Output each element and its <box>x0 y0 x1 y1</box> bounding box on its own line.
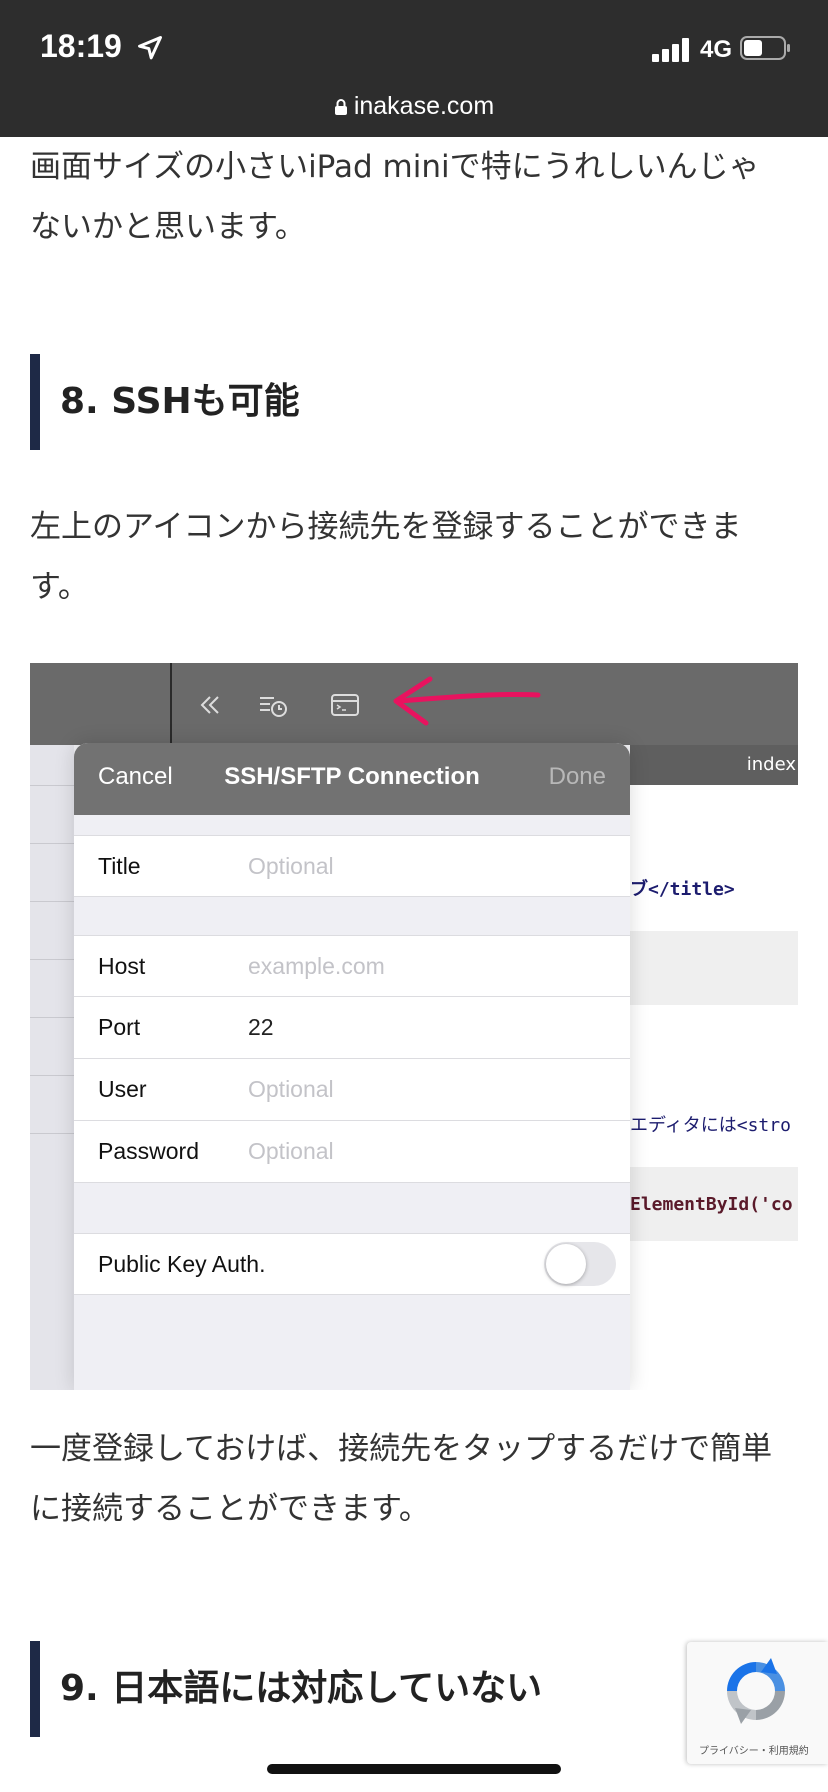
field-label: Title <box>98 853 141 879</box>
recaptcha-logo-icon <box>727 1658 785 1724</box>
status-bar: 18:19 4G inakase.com <box>0 0 828 137</box>
history-list-icon <box>260 697 287 717</box>
paragraph-line: に接続することができます。 <box>30 1491 430 1527</box>
field-row-host[interactable]: Host example.com <box>74 935 630 997</box>
editor-tab-label: index <box>630 745 798 785</box>
paragraph-line: ないかと思います。 <box>30 209 306 245</box>
lock-icon <box>334 99 347 115</box>
code-editor-pane: ブ</title> エディタには<stro ElementById('co <box>630 785 798 1390</box>
dialog-title: SSH/SFTP Connection <box>224 763 480 790</box>
location-arrow-icon <box>138 36 162 60</box>
title-input[interactable]: Optional <box>248 853 334 880</box>
status-time: 18:19 <box>40 28 122 64</box>
paragraph-line: 画面サイズの小さいiPad miniで特にうれしいんじゃ <box>30 149 760 185</box>
address-bar[interactable]: inakase.com <box>0 92 828 121</box>
heading-9: 9. 日本語には対応していない <box>30 1641 800 1737</box>
public-key-toggle[interactable] <box>544 1242 616 1286</box>
paragraph-line: 一度登録しておけば、接続先をタップするだけで簡単 <box>30 1431 773 1467</box>
field-label: Password <box>98 1138 199 1164</box>
password-input[interactable]: Optional <box>248 1138 334 1165</box>
code-line: ElementById('co <box>630 1194 793 1215</box>
field-row-public-key: Public Key Auth. <box>74 1233 630 1295</box>
red-arrow-annotation <box>393 676 541 726</box>
home-indicator[interactable] <box>267 1764 561 1774</box>
file-list-column <box>30 745 74 1390</box>
app-screenshot: index ブ</title> エディタには<stro ElementById(… <box>30 663 798 1390</box>
network-type: 4G <box>700 36 733 63</box>
field-label: Public Key Auth. <box>98 1251 266 1277</box>
field-label: User <box>98 1076 147 1102</box>
url-text: inakase.com <box>353 92 495 120</box>
toggle-knob <box>546 1244 586 1284</box>
done-button[interactable]: Done <box>549 763 606 791</box>
signal-icon <box>652 38 689 62</box>
field-row-user[interactable]: User Optional <box>74 1059 630 1121</box>
field-label: Host <box>98 953 146 979</box>
host-input[interactable]: example.com <box>248 953 385 980</box>
terminal-connection-icon <box>331 694 359 716</box>
recaptcha-badge[interactable]: プライバシー・利用規約 <box>687 1642 828 1764</box>
code-line: ブ</title> <box>630 879 735 900</box>
field-row-password[interactable]: Password Optional <box>74 1121 630 1183</box>
recaptcha-text[interactable]: プライバシー・利用規約 <box>699 1742 809 1757</box>
toolbar-divider <box>170 663 172 745</box>
code-line: エディタには<stro <box>630 1115 791 1136</box>
field-row-port[interactable]: Port 22 <box>74 997 630 1059</box>
battery-icon <box>740 36 790 60</box>
double-chevron-left-icon <box>200 696 219 714</box>
user-input[interactable]: Optional <box>248 1076 334 1103</box>
dialog-header: Cancel SSH/SFTP Connection Done <box>74 743 630 815</box>
paragraph-line: 左上のアイコンから接続先を登録することができま <box>30 509 742 545</box>
field-label: Port <box>98 1014 141 1040</box>
field-row-title[interactable]: Title Optional <box>74 835 630 897</box>
port-input[interactable]: 22 <box>248 1014 274 1041</box>
heading-8: 8. SSHも可能 <box>30 354 800 450</box>
paragraph-line: す。 <box>30 569 89 605</box>
ssh-connection-dialog: Cancel SSH/SFTP Connection Done Title Op… <box>74 743 630 1390</box>
